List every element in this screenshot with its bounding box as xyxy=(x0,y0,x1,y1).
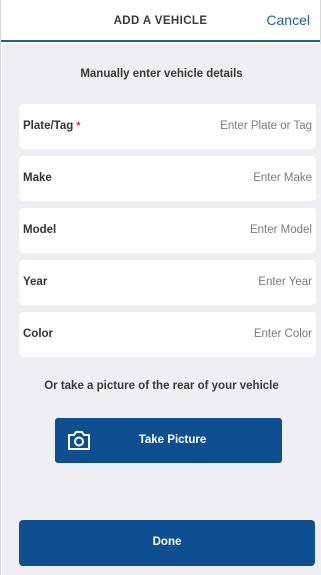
year-label: Year xyxy=(23,276,48,288)
plate-tag-input[interactable] xyxy=(132,114,312,138)
model-field[interactable]: Model xyxy=(19,208,316,253)
required-star: * xyxy=(76,120,81,132)
plate-tag-label: Plate/Tag * xyxy=(23,120,81,132)
header: ADD A VEHICLE Cancel xyxy=(1,0,320,42)
year-field[interactable]: Year xyxy=(19,260,316,305)
done-label: Done xyxy=(152,536,182,548)
take-picture-label: Take Picture xyxy=(138,434,207,446)
done-button[interactable]: Done xyxy=(19,520,315,566)
form-area: Manually enter vehicle details Plate/Tag… xyxy=(2,44,321,575)
make-input[interactable] xyxy=(132,166,312,190)
year-input[interactable] xyxy=(132,270,312,294)
make-field[interactable]: Make xyxy=(19,156,316,201)
color-label: Color xyxy=(23,328,54,340)
make-label: Make xyxy=(23,172,52,184)
picture-prompt-text: Or take a picture of the rear of your ve… xyxy=(44,380,279,392)
model-label: Model xyxy=(23,224,57,236)
plate-tag-field[interactable]: Plate/Tag * xyxy=(19,104,316,149)
color-input[interactable] xyxy=(132,322,312,346)
take-picture-button[interactable]: Take Picture xyxy=(55,418,282,463)
color-field[interactable]: Color xyxy=(19,312,316,357)
model-input[interactable] xyxy=(132,218,312,242)
cancel-button[interactable]: Cancel xyxy=(266,12,310,28)
add-vehicle-screen: ADD A VEHICLE Cancel Manually enter vehi… xyxy=(0,0,321,575)
plate-tag-label-text: Plate/Tag xyxy=(23,120,74,132)
intro-text: Manually enter vehicle details xyxy=(80,68,243,80)
